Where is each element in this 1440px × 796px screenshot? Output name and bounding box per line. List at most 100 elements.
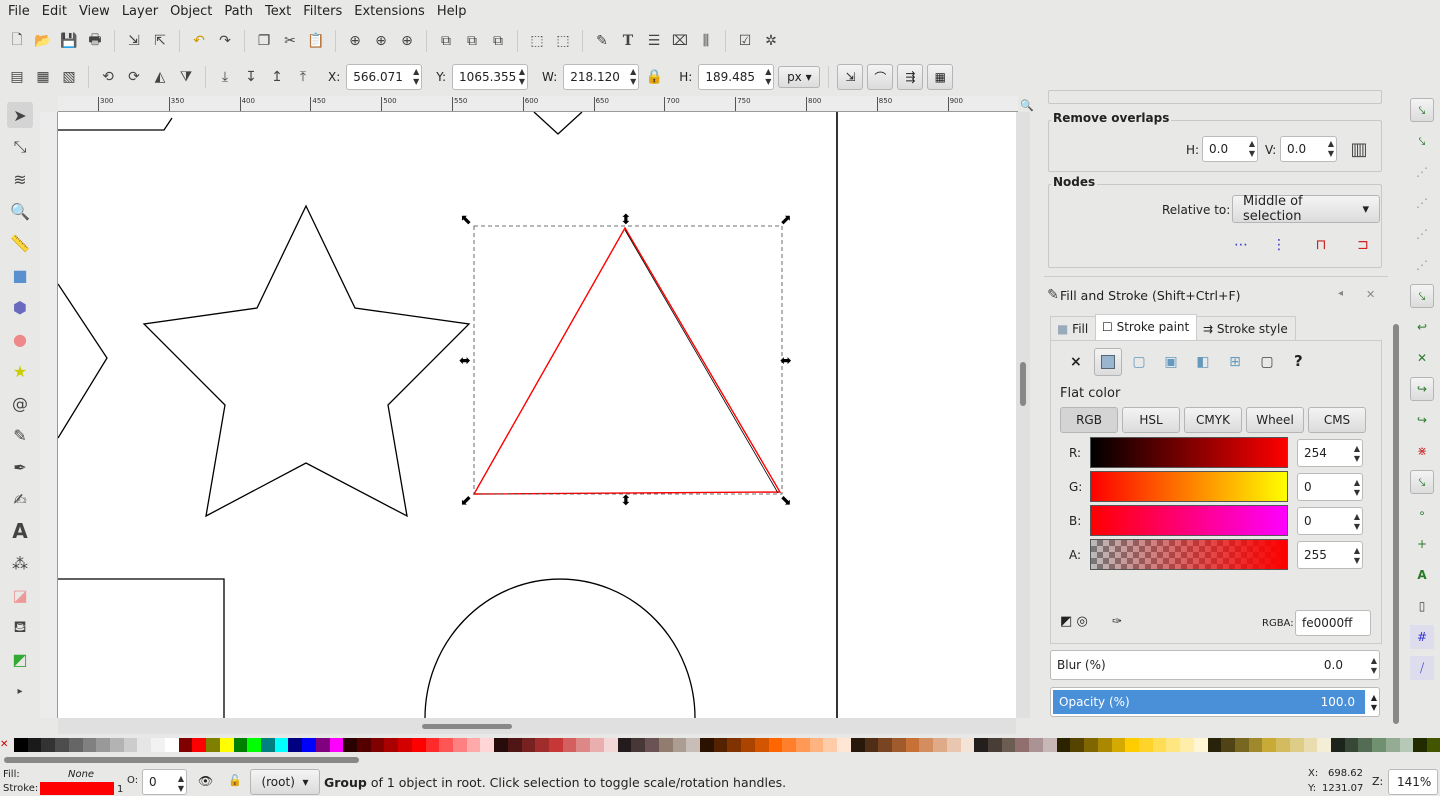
drawing[interactable]: ⬉ ⬍ ⬈ ⬌ ⬌ ⬋ ⬍ ⬊ bbox=[58, 112, 1016, 718]
palette-swatch[interactable] bbox=[1138, 738, 1153, 752]
x-field[interactable]: 566.071 ▲ ▼ bbox=[346, 64, 423, 90]
menu-object[interactable]: Object bbox=[164, 4, 218, 19]
mesh-gradient-icon[interactable]: ◧ bbox=[1192, 351, 1214, 373]
flat-color-button[interactable] bbox=[1094, 348, 1122, 376]
palette-swatch[interactable] bbox=[1331, 738, 1345, 752]
r-field[interactable]: 254 ▲ ▼ bbox=[1297, 439, 1363, 467]
xml-editor-icon[interactable]: ⌧ bbox=[669, 30, 691, 52]
horizontal-scrollbar[interactable] bbox=[58, 718, 1016, 734]
palette-swatch[interactable] bbox=[713, 738, 728, 752]
palette-swatch[interactable] bbox=[1042, 738, 1057, 752]
palette-swatch[interactable] bbox=[1303, 738, 1318, 752]
palette-swatch[interactable] bbox=[754, 738, 769, 752]
scale-stroke-button[interactable]: ⇲ bbox=[837, 64, 864, 90]
snap-smooth-icon[interactable]: ↪ bbox=[1410, 408, 1434, 432]
radial-gradient-icon[interactable]: ▣ bbox=[1160, 351, 1182, 373]
select-original-icon[interactable]: ⧉ bbox=[487, 30, 509, 52]
palette-swatch[interactable] bbox=[1234, 738, 1249, 752]
menu-extensions[interactable]: Extensions bbox=[348, 4, 431, 19]
mode-cmyk[interactable]: CMYK bbox=[1184, 407, 1242, 433]
palette-swatch[interactable] bbox=[960, 738, 975, 752]
palette-swatch[interactable] bbox=[480, 738, 495, 752]
palette-swatch[interactable] bbox=[1289, 738, 1304, 752]
palette-swatch[interactable] bbox=[741, 738, 755, 752]
selector-tool-icon[interactable]: ➤ bbox=[7, 102, 33, 128]
palette-swatch[interactable] bbox=[1317, 738, 1331, 752]
palette-swatch[interactable] bbox=[233, 738, 248, 752]
palette-swatch[interactable] bbox=[795, 738, 810, 752]
palette-swatch[interactable] bbox=[192, 738, 207, 752]
palette-swatch[interactable] bbox=[988, 738, 1002, 752]
palette-swatch[interactable] bbox=[1221, 738, 1235, 752]
eraser-tool-icon[interactable]: ◪ bbox=[7, 582, 33, 608]
tab-stroke-paint[interactable]: ☐ Stroke paint bbox=[1095, 314, 1197, 340]
clone-icon[interactable]: ⧉ bbox=[435, 30, 457, 52]
ellipse-tool-icon[interactable]: ● bbox=[7, 326, 33, 352]
palette-swatch[interactable] bbox=[1097, 738, 1112, 752]
vertical-ruler[interactable] bbox=[40, 112, 58, 718]
palette-swatch[interactable] bbox=[631, 738, 646, 752]
palette-swatch[interactable] bbox=[1358, 738, 1373, 752]
unit-select[interactable]: px ▾ bbox=[778, 66, 821, 88]
snap-toggle-icon[interactable]: ⤥ bbox=[1410, 98, 1434, 122]
palette-swatch[interactable] bbox=[1262, 738, 1277, 752]
palette-swatch[interactable] bbox=[466, 738, 481, 752]
palette-swatch[interactable] bbox=[727, 738, 742, 752]
palette-swatch[interactable] bbox=[617, 738, 632, 752]
ungroup-icon[interactable]: ⬚ bbox=[552, 30, 574, 52]
unlink-clone-icon[interactable]: ⧉ bbox=[461, 30, 483, 52]
align-nodes-horizontal-icon[interactable]: ⋯ bbox=[1230, 234, 1252, 256]
no-color-swatch[interactable]: ✕ bbox=[0, 738, 14, 752]
raise-top-icon[interactable]: ⤒ bbox=[292, 66, 314, 88]
horizontal-ruler[interactable]: 300 350 400 450 500 550 600 650 700 750 800 850 900 bbox=[58, 96, 1018, 112]
fill-indicator[interactable]: None bbox=[68, 769, 94, 780]
palette-swatch[interactable] bbox=[1372, 738, 1386, 752]
iconify-icon[interactable]: ◂ bbox=[1338, 288, 1343, 299]
panel-scrollbar[interactable] bbox=[1392, 320, 1400, 730]
rotate-cw-icon[interactable]: ⟳ bbox=[123, 66, 145, 88]
palette-swatch[interactable] bbox=[672, 738, 687, 752]
toggle-visibility-icon[interactable]: 👁 bbox=[198, 774, 213, 788]
palette-swatch[interactable] bbox=[1427, 738, 1440, 752]
palette-swatch[interactable] bbox=[823, 738, 838, 752]
palette-swatch[interactable] bbox=[1207, 738, 1222, 752]
opacity-short-field[interactable]: 0 ▲ ▼ bbox=[142, 769, 187, 795]
mode-cms[interactable]: CMS bbox=[1308, 407, 1366, 433]
raise-icon[interactable]: ↥ bbox=[266, 66, 288, 88]
tweak-tool-icon[interactable]: ≋ bbox=[7, 166, 33, 192]
lower-bottom-icon[interactable]: ⤓ bbox=[214, 66, 236, 88]
cut-icon[interactable]: ✂ bbox=[279, 30, 301, 52]
palette-swatch[interactable] bbox=[356, 738, 371, 752]
mode-rgb[interactable]: RGB bbox=[1060, 407, 1118, 433]
move-patterns-button[interactable]: ▦ bbox=[927, 64, 954, 90]
rgba-field[interactable]: fe0000ff bbox=[1295, 610, 1371, 636]
palette-swatch[interactable] bbox=[809, 738, 824, 752]
palette-swatch[interactable] bbox=[123, 738, 138, 752]
deselect-icon[interactable]: ▧ bbox=[58, 66, 80, 88]
palette-swatch[interactable] bbox=[41, 738, 56, 752]
align-icon[interactable]: ⫼ bbox=[695, 30, 717, 52]
color-palette[interactable]: ✕ bbox=[0, 738, 1440, 752]
layer-select[interactable]: (root) ▾ bbox=[250, 769, 320, 795]
zoom-page-icon[interactable]: ⊕ bbox=[396, 30, 418, 52]
print-icon[interactable]: 🖶 bbox=[84, 30, 106, 52]
palette-scrollbar[interactable] bbox=[0, 756, 1440, 764]
palette-swatch[interactable] bbox=[1015, 738, 1030, 752]
palette-swatch[interactable] bbox=[315, 738, 330, 752]
palette-swatch[interactable] bbox=[686, 738, 700, 752]
palette-swatch[interactable] bbox=[658, 738, 673, 752]
snap-path-icon[interactable]: ↩ bbox=[1410, 315, 1434, 339]
palette-swatch[interactable] bbox=[494, 738, 508, 752]
snap-bbox-midpoint-icon[interactable]: ⋰ bbox=[1410, 222, 1434, 246]
palette-swatch[interactable] bbox=[1385, 738, 1400, 752]
overlap-h-field[interactable]: 0.0 ▲ ▼ bbox=[1202, 136, 1258, 162]
menu-layer[interactable]: Layer bbox=[116, 4, 164, 19]
duplicate-icon[interactable]: ❐ bbox=[253, 30, 275, 52]
snap-nodes-icon[interactable]: ⤥ bbox=[1410, 284, 1434, 308]
snap-rotation-center-icon[interactable]: + bbox=[1410, 532, 1434, 556]
palette-swatch[interactable] bbox=[507, 738, 522, 752]
palette-swatch[interactable] bbox=[411, 738, 426, 752]
no-paint-icon[interactable]: × bbox=[1070, 354, 1082, 370]
palette-swatch[interactable] bbox=[1276, 738, 1290, 752]
group-icon[interactable]: ⬚ bbox=[526, 30, 548, 52]
